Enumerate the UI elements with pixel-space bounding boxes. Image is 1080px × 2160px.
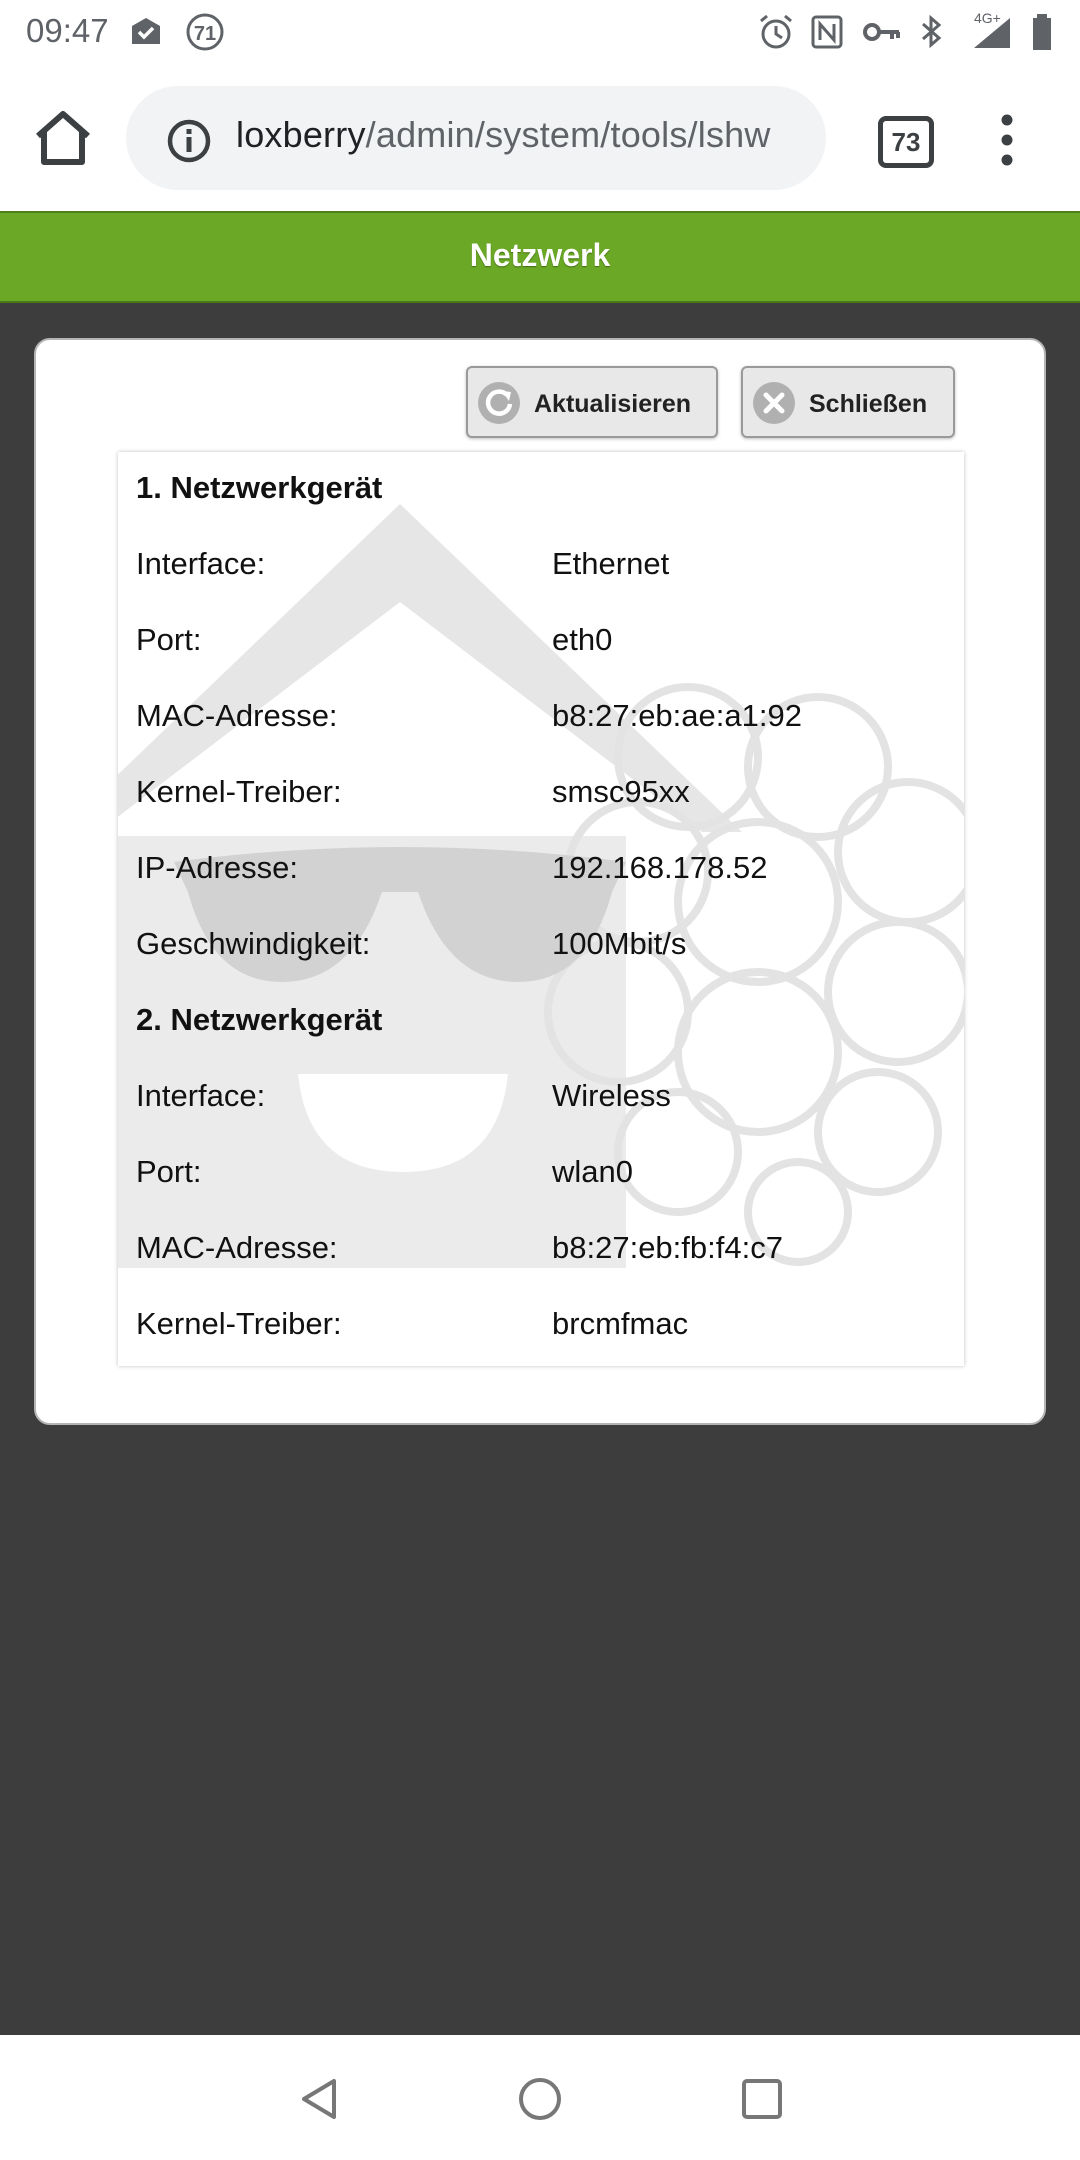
close-button[interactable]: Schließen xyxy=(741,366,955,438)
field-key: Interface: xyxy=(136,546,266,581)
device-heading: 1. Netzwerkgerät xyxy=(118,452,964,528)
field-key: Kernel-Treiber: xyxy=(136,774,342,809)
alarm-icon xyxy=(760,14,792,49)
field-key: Kernel-Treiber: xyxy=(136,1306,342,1341)
field-value: Wireless xyxy=(552,1078,671,1113)
refresh-icon xyxy=(478,382,520,424)
table-row: Port: wlan0 xyxy=(118,1136,964,1212)
field-key: Geschwindigkeit: xyxy=(136,926,371,961)
page-header: Netzwerk xyxy=(0,211,1080,303)
table-row: Kernel-Treiber: smsc95xx xyxy=(118,756,964,832)
status-bar: 09:47 71 4G+ xyxy=(0,0,1080,64)
table-row: Interface: Wireless xyxy=(118,1060,964,1136)
system-nav-bar xyxy=(0,2035,1080,2160)
table-row: MAC-Adresse: b8:27:eb:ae:a1:92 xyxy=(118,680,964,756)
table-row: IP-Adresse: 192.168.178.52 xyxy=(118,832,964,908)
info-icon[interactable] xyxy=(166,118,212,164)
browser-toolbar: loxberry/admin/system/tools/lshw 73 xyxy=(0,64,1080,211)
refresh-button-label: Aktualisieren xyxy=(534,390,692,418)
table-row: MAC-Adresse: b8:27:eb:fb:f4:c7 xyxy=(118,1212,964,1288)
signal-icon xyxy=(974,18,1010,48)
page-title: Netzwerk xyxy=(469,237,611,273)
field-key: IP-Adresse: xyxy=(136,850,298,885)
home-icon[interactable] xyxy=(30,108,96,168)
battery-icon xyxy=(1033,14,1051,50)
home-circle-icon[interactable] xyxy=(516,2075,564,2123)
bluetooth-icon xyxy=(922,14,942,49)
check-icon xyxy=(132,18,160,44)
field-value: eth0 xyxy=(552,622,613,657)
url-text[interactable]: loxberry/admin/system/tools/lshw xyxy=(236,114,771,156)
field-key: Port: xyxy=(136,1154,202,1189)
table-row: Port: eth0 xyxy=(118,604,964,680)
field-value: brcmfmac xyxy=(552,1306,689,1341)
url-bar[interactable]: loxberry/admin/system/tools/lshw xyxy=(126,86,826,190)
field-value: smsc95xx xyxy=(552,774,690,809)
table-row: Kernel-Treiber: brcmfmac xyxy=(118,1288,964,1364)
field-value: 100Mbit/s xyxy=(552,926,687,961)
field-value: 192.168.178.52 xyxy=(552,850,768,885)
field-key: MAC-Adresse: xyxy=(136,1230,338,1265)
device-title: 2. Netzwerkgerät xyxy=(136,1002,383,1037)
table-row: Geschwindigkeit: 100Mbit/s xyxy=(118,908,964,984)
url-path: /admin/system/tools/lshw xyxy=(365,114,771,155)
field-value: b8:27:eb:fb:f4:c7 xyxy=(552,1230,783,1265)
overflow-menu-icon[interactable] xyxy=(995,112,1019,168)
badge-icon: 71 xyxy=(186,13,224,51)
tab-switcher-button[interactable]: 73 xyxy=(878,116,934,168)
recents-icon[interactable] xyxy=(738,2075,786,2123)
device-title: 1. Netzwerkgerät xyxy=(136,470,383,505)
status-time: 09:47 xyxy=(26,12,109,49)
device-rows: 1. Netzwerkgerät Interface: Ethernet Por… xyxy=(118,452,964,1364)
field-key: Interface: xyxy=(136,1078,266,1113)
vpn-key-icon xyxy=(863,23,900,41)
close-button-label: Schließen xyxy=(809,390,928,418)
notification-badge: 71 xyxy=(194,23,216,45)
device-heading: 2. Netzwerkgerät xyxy=(118,984,964,1060)
field-value: b8:27:eb:ae:a1:92 xyxy=(552,698,802,733)
field-value: Ethernet xyxy=(552,546,670,581)
refresh-button[interactable]: Aktualisieren xyxy=(466,366,718,438)
field-value: wlan0 xyxy=(552,1154,633,1189)
back-icon[interactable] xyxy=(296,2075,344,2123)
device-list-panel: 1. Netzwerkgerät Interface: Ethernet Por… xyxy=(118,452,964,1366)
nfc-icon xyxy=(811,15,843,49)
table-row: Interface: Ethernet xyxy=(118,528,964,604)
close-icon xyxy=(753,382,795,424)
network-dialog: Aktualisieren Schließen 1. Netzwerkgerät… xyxy=(34,338,1046,1425)
field-key: Port: xyxy=(136,622,202,657)
field-key: MAC-Adresse: xyxy=(136,698,338,733)
url-host: loxberry xyxy=(236,114,366,155)
